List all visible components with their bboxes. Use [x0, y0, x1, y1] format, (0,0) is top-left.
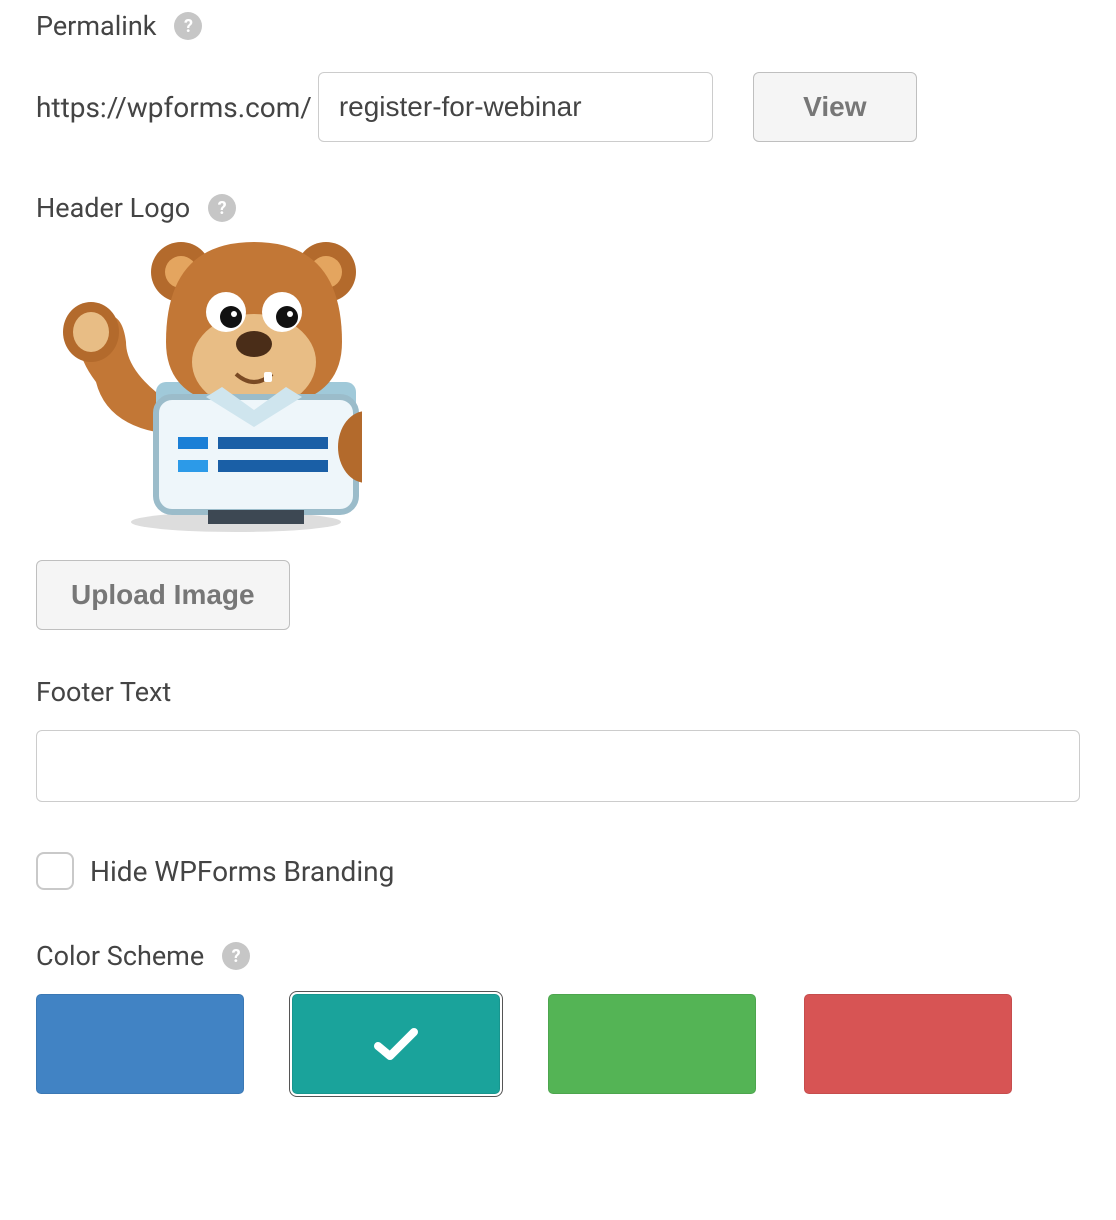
view-button[interactable]: View	[753, 72, 917, 142]
help-icon[interactable]: ?	[222, 942, 250, 970]
header-logo-preview	[36, 232, 362, 532]
help-icon[interactable]: ?	[208, 194, 236, 222]
permalink-base: https://wpforms.com/	[36, 91, 312, 124]
permalink-label-text: Permalink	[36, 10, 156, 42]
footer-text-label: Footer Text	[36, 676, 1080, 708]
color-swatch-0[interactable]	[36, 994, 244, 1094]
hide-branding-checkbox[interactable]	[36, 852, 74, 890]
header-logo-label: Header Logo ?	[36, 192, 1080, 224]
color-swatch-3[interactable]	[804, 994, 1012, 1094]
color-swatches	[36, 994, 1080, 1094]
hide-branding-label: Hide WPForms Branding	[90, 855, 394, 888]
color-scheme-label-text: Color Scheme	[36, 940, 204, 972]
upload-image-button[interactable]: Upload Image	[36, 560, 290, 630]
footer-text-input[interactable]	[36, 730, 1080, 802]
permalink-slug-input[interactable]	[318, 72, 713, 142]
permalink-label: Permalink ?	[36, 10, 1080, 42]
hide-branding-row: Hide WPForms Branding	[36, 852, 1080, 890]
permalink-row: https://wpforms.com/ View	[36, 72, 1080, 142]
check-icon	[374, 1026, 418, 1062]
color-scheme-label: Color Scheme ?	[36, 940, 1080, 972]
color-swatch-2[interactable]	[548, 994, 756, 1094]
footer-text-label-text: Footer Text	[36, 676, 171, 708]
color-swatch-1[interactable]	[292, 994, 500, 1094]
bear-logo-icon	[36, 232, 362, 532]
header-logo-label-text: Header Logo	[36, 192, 190, 224]
help-icon[interactable]: ?	[174, 12, 202, 40]
